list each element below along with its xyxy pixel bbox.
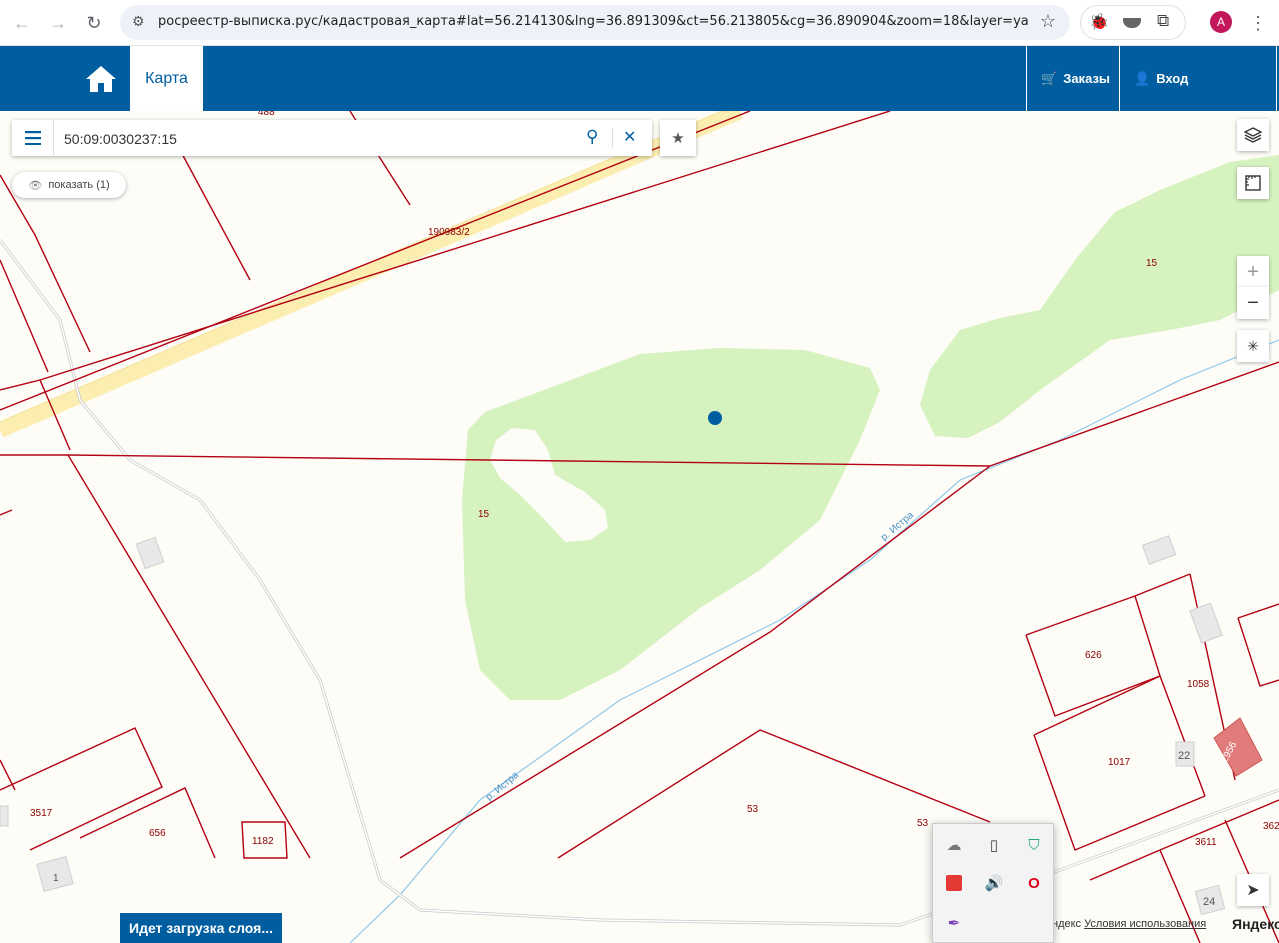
eye-icon: 👁 xyxy=(28,179,43,192)
parcel-label: 3611 xyxy=(1195,837,1217,848)
map-canvas[interactable]: 488 190983/2 15 15 626 1058 1017 22 2956… xyxy=(0,111,1279,943)
terms-link[interactable]: Условия использования xyxy=(1084,918,1206,930)
parcel-label: 488 xyxy=(258,111,275,118)
avatar[interactable]: A xyxy=(1210,11,1232,33)
zoom-out-button[interactable]: − xyxy=(1237,287,1269,319)
parcel-label: 15 xyxy=(478,509,490,520)
parcel-label: 15 xyxy=(1146,258,1158,269)
address-bar[interactable]: ⚙ росреестр-выписка.рус/кадастровая_карт… xyxy=(120,5,1070,40)
layers-icon xyxy=(1244,127,1262,143)
map-attribution: ндекс Условия использования xyxy=(1052,918,1206,930)
navigate-icon: ➤ xyxy=(1246,882,1260,899)
site-info-icon[interactable]: ⚙ xyxy=(132,13,145,30)
star-icon[interactable]: ☆ xyxy=(1040,11,1056,32)
zoom-in-button[interactable]: + xyxy=(1237,256,1269,288)
layers-button[interactable] xyxy=(1237,119,1269,151)
star-icon: ★ xyxy=(671,130,685,147)
show-results-label: показать (1) xyxy=(48,179,110,191)
puzzle-icon[interactable]: ⧉ xyxy=(1157,11,1169,31)
loading-indicator: Идет загрузка слоя... xyxy=(120,913,282,943)
parcel-label: 362 xyxy=(1263,821,1279,832)
close-icon[interactable]: ✕ xyxy=(623,127,636,147)
app-header: Карта 🛒 Заказы 👤 Вход xyxy=(0,46,1279,111)
parcel-label: 53 xyxy=(747,804,759,815)
search-input[interactable] xyxy=(64,129,564,149)
parcel-label: 53 xyxy=(917,818,929,829)
extension-icon[interactable] xyxy=(1123,18,1141,28)
attribution-text: ндекс xyxy=(1052,918,1082,930)
forward-icon[interactable]: → xyxy=(44,9,72,37)
extensions-group: 🐞 ⧉ xyxy=(1080,5,1186,40)
building-label: 24 xyxy=(1203,896,1216,908)
ruler-icon xyxy=(1245,175,1261,191)
search-bar: ⚲ ✕ xyxy=(12,120,652,156)
system-tray-overflow: ☁ ▯ ⛉ 🔊 O ✒ xyxy=(932,823,1054,943)
yandex-logo: Яндекс xyxy=(1232,916,1279,932)
building-label: 22 xyxy=(1178,750,1191,762)
home-icon[interactable] xyxy=(78,56,124,102)
parcel-label: 656 xyxy=(149,828,166,839)
orders-button[interactable]: 🛒 Заказы xyxy=(1026,46,1118,111)
anydesk-icon[interactable] xyxy=(939,868,969,898)
back-icon[interactable]: ← xyxy=(8,9,36,37)
shield-check-icon[interactable]: ⛉ xyxy=(1019,830,1049,860)
show-results-button[interactable]: 👁 показать (1) xyxy=(12,172,126,198)
login-label: Вход xyxy=(1156,71,1189,86)
map-graphics xyxy=(0,111,1279,943)
browser-toolbar: ← → ↻ ⚙ росреестр-выписка.рус/кадастрова… xyxy=(0,0,1279,46)
url-text: росреестр-выписка.рус/кадастровая_карта#… xyxy=(158,14,1028,29)
cloud-alert-icon[interactable]: ☁ xyxy=(939,830,969,860)
search-icon[interactable]: ⚲ xyxy=(586,127,598,147)
ruler-button[interactable] xyxy=(1237,167,1269,199)
extension-icon[interactable]: 🐞 xyxy=(1089,12,1109,32)
parcel-label: 190983/2 xyxy=(428,227,470,238)
feather-icon[interactable]: ✒ xyxy=(939,908,969,938)
spinner-icon: ✳ xyxy=(1237,330,1269,362)
parcel-label: 1017 xyxy=(1108,757,1131,768)
tab-map[interactable]: Карта xyxy=(130,46,203,111)
more-icon[interactable]: ⋮ xyxy=(1244,9,1272,37)
volume-icon[interactable]: 🔊 xyxy=(979,868,1009,898)
parcel-label: 626 xyxy=(1085,650,1102,661)
building-label: 1 xyxy=(53,873,59,884)
parcel-label: 1182 xyxy=(252,836,274,847)
opera-icon[interactable]: O xyxy=(1019,868,1049,898)
user-icon: 👤 xyxy=(1134,70,1151,86)
login-button[interactable]: 👤 Вход xyxy=(1119,46,1277,111)
menu-icon[interactable] xyxy=(12,120,54,156)
orders-label: Заказы xyxy=(1063,71,1111,86)
favorite-button[interactable]: ★ xyxy=(660,120,696,156)
parcel-label: 1058 xyxy=(1187,679,1210,690)
reload-icon[interactable]: ↻ xyxy=(80,9,108,37)
usb-icon[interactable]: ▯ xyxy=(979,830,1009,860)
geolocation-button[interactable]: ➤ xyxy=(1237,874,1269,906)
divider xyxy=(612,128,613,148)
parcel-label: 3517 xyxy=(30,808,53,819)
cart-icon: 🛒 xyxy=(1041,70,1058,86)
